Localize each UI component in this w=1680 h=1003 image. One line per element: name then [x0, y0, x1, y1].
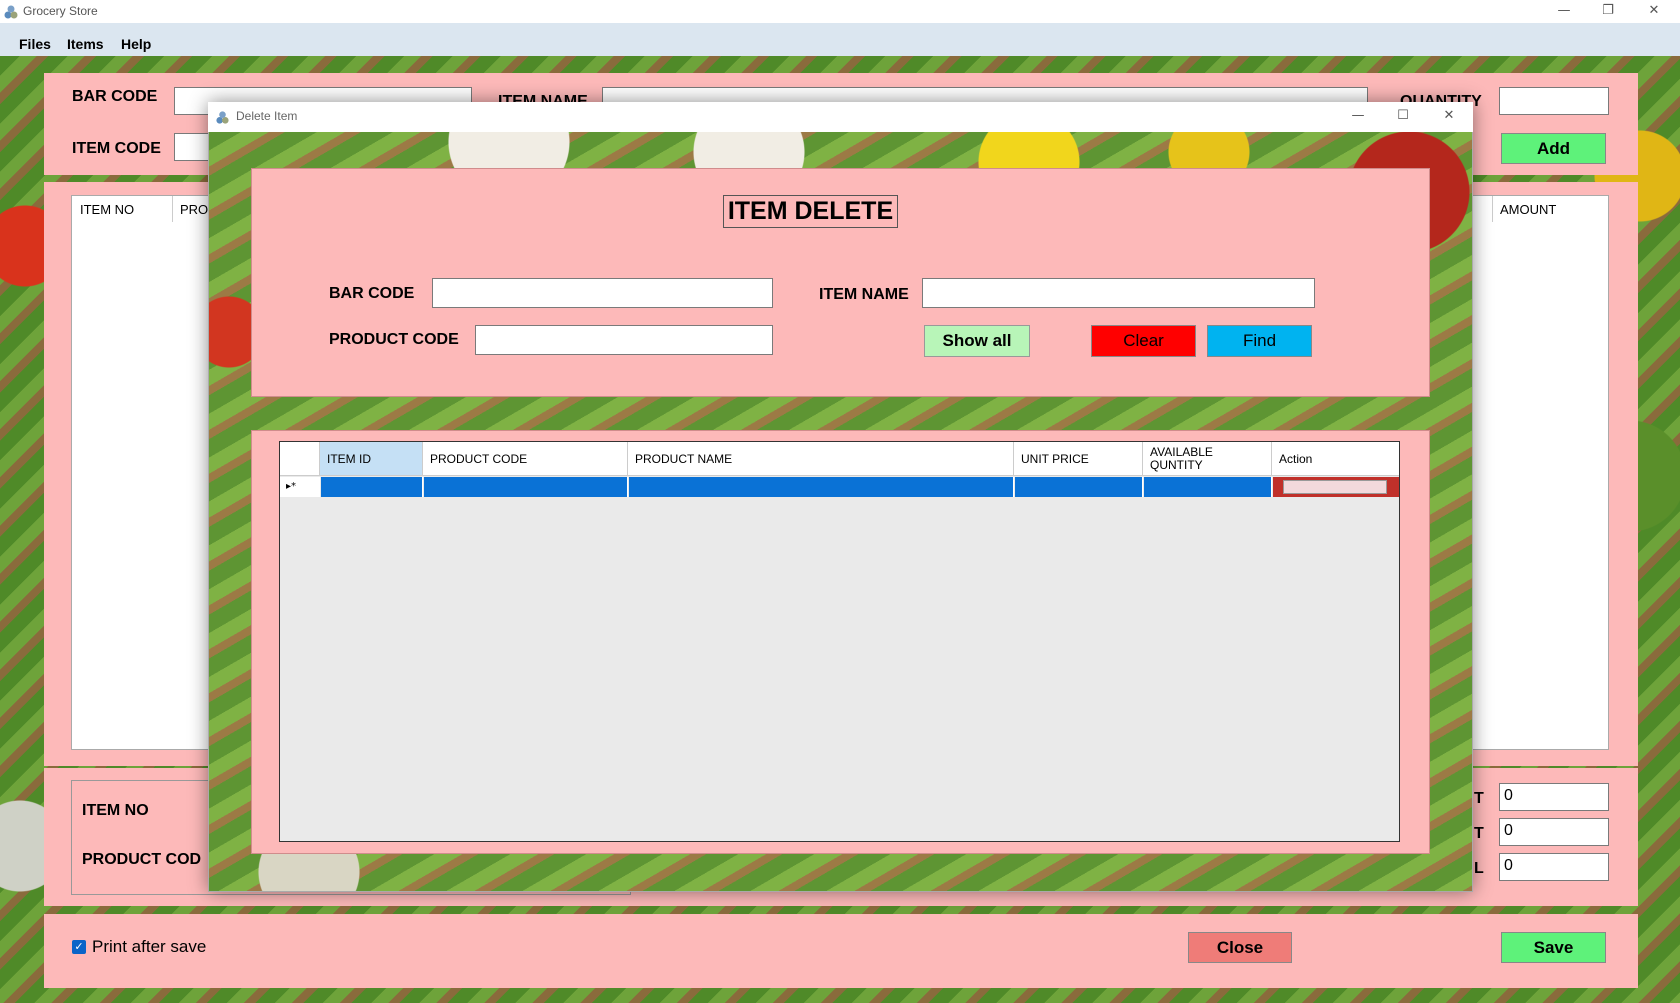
dialog-product-code-input[interactable]: [475, 325, 773, 355]
list-column-product: PRO: [180, 202, 209, 217]
grid-corner-header: [280, 442, 320, 476]
add-button[interactable]: Add: [1501, 133, 1606, 164]
grid-row-header[interactable]: ▸*: [280, 477, 320, 497]
dialog-bar-code-input[interactable]: [432, 278, 773, 308]
menu-help[interactable]: Help: [121, 36, 151, 52]
dialog-app-icon: [216, 111, 229, 124]
app-icon: [4, 5, 18, 19]
print-after-save-checkbox[interactable]: ✓: [72, 940, 86, 954]
find-button[interactable]: Find: [1207, 325, 1312, 357]
list-column-divider: [172, 196, 173, 222]
minimize-button[interactable]: —: [1542, 0, 1586, 23]
menu-files[interactable]: Files: [19, 36, 51, 52]
bar-code-label: BAR CODE: [72, 88, 158, 105]
total-label-1: T: [1474, 790, 1484, 807]
delete-row-button[interactable]: [1283, 480, 1387, 494]
clear-button[interactable]: Clear: [1091, 325, 1196, 357]
quantity-input[interactable]: [1499, 87, 1609, 115]
grid-cell-unit-price[interactable]: [1015, 477, 1143, 497]
item-code-label: ITEM CODE: [72, 140, 161, 157]
grid-header-action[interactable]: Action: [1272, 442, 1399, 476]
total-field-1[interactable]: 0: [1499, 783, 1609, 811]
grid-header-available-quantity[interactable]: AVAILABLE QUNTITY: [1143, 442, 1272, 476]
grid-cell-product-name[interactable]: [629, 477, 1014, 497]
grid-cell-action: [1273, 477, 1399, 497]
print-after-save-label: Print after save: [92, 937, 207, 956]
dialog-maximize-button[interactable]: ☐: [1381, 105, 1425, 129]
main-titlebar: Grocery Store — ❐ ✕: [0, 0, 1680, 23]
total-field-2[interactable]: 0: [1499, 818, 1609, 846]
dialog-item-name-label: ITEM NAME: [819, 286, 909, 303]
grid-header-item-id[interactable]: ITEM ID: [320, 442, 423, 476]
grid-cell-product-code[interactable]: [424, 477, 628, 497]
bottom-action-panel: [44, 914, 1638, 988]
dialog-minimize-button[interactable]: —: [1336, 105, 1380, 129]
restore-button[interactable]: ❐: [1586, 0, 1630, 23]
save-button[interactable]: Save: [1501, 932, 1606, 963]
total-field-3[interactable]: 0: [1499, 853, 1609, 881]
detail-item-no-label: ITEM NO: [82, 802, 149, 819]
dialog-titlebar: Delete Item — ☐ ✕: [208, 102, 1473, 132]
dialog-item-name-input[interactable]: [922, 278, 1315, 308]
menu-bar: [0, 23, 1680, 56]
total-label-2: T: [1474, 825, 1484, 842]
grid-header-available-quantity-text: AVAILABLE QUNTITY: [1150, 445, 1213, 472]
grid-header-product-name[interactable]: PRODUCT NAME: [628, 442, 1014, 476]
dialog-title: Delete Item: [236, 109, 298, 123]
dialog-product-code-label: PRODUCT CODE: [329, 331, 459, 348]
app-title: Grocery Store: [23, 4, 98, 18]
grid-header-unit-price[interactable]: UNIT PRICE: [1014, 442, 1143, 476]
list-column-amount: AMOUNT: [1500, 202, 1557, 217]
list-column-divider: [1492, 196, 1493, 222]
grid-cell-item-id[interactable]: [321, 477, 423, 497]
menu-items[interactable]: Items: [67, 36, 104, 52]
grid-header-product-code[interactable]: PRODUCT CODE: [423, 442, 628, 476]
grid-cell-available-quantity[interactable]: [1144, 477, 1272, 497]
items-grid[interactable]: [279, 441, 1400, 842]
close-button[interactable]: Close: [1188, 932, 1292, 963]
detail-product-code-label: PRODUCT COD: [82, 851, 202, 868]
close-window-button[interactable]: ✕: [1632, 0, 1676, 23]
total-label-3: L: [1474, 860, 1484, 877]
dialog-bar-code-label: BAR CODE: [329, 285, 415, 302]
show-all-button[interactable]: Show all: [924, 325, 1030, 357]
dialog-heading: ITEM DELETE: [723, 195, 898, 228]
dialog-close-button[interactable]: ✕: [1427, 105, 1471, 129]
list-column-item-no: ITEM NO: [80, 202, 135, 217]
